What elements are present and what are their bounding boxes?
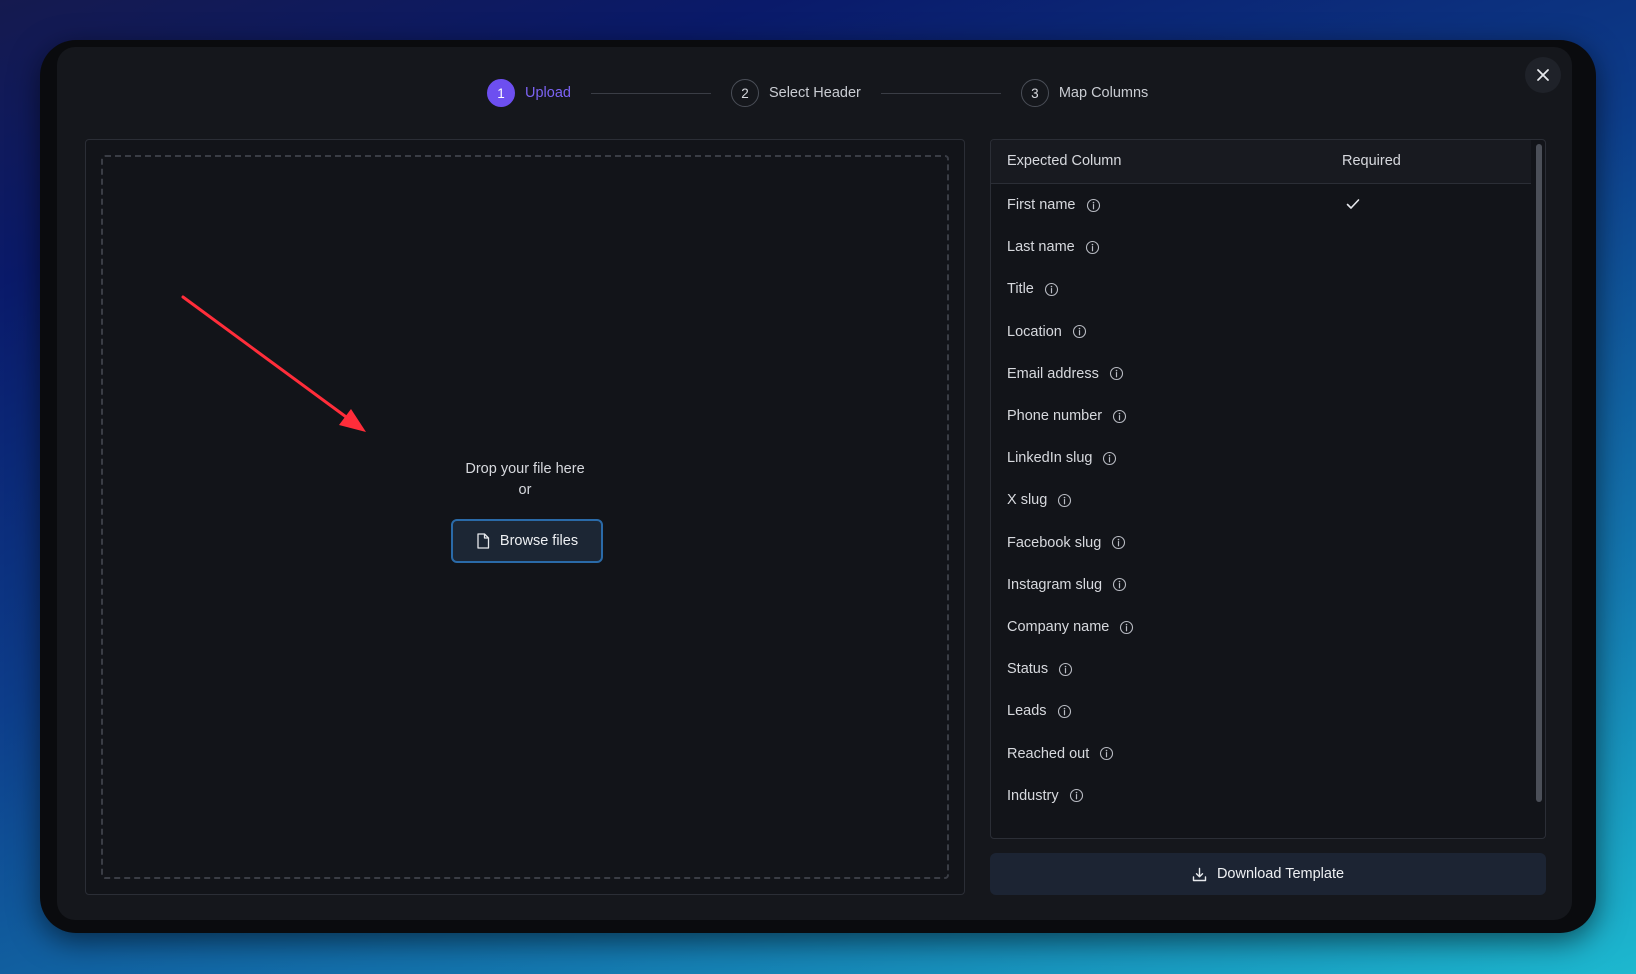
browse-files-button[interactable]: Browse files	[451, 519, 603, 563]
column-name-cell: Status	[1007, 661, 1073, 677]
table-row: X slug	[991, 479, 1531, 523]
info-icon[interactable]	[1044, 282, 1059, 297]
file-drop-zone[interactable]: Drop your file here or Browse files	[101, 155, 949, 879]
table-row: LinkedIn slug	[991, 437, 1531, 481]
column-name: Reached out	[1007, 745, 1090, 762]
column-name-cell: X slug	[1007, 492, 1072, 508]
close-icon	[1537, 69, 1549, 81]
info-icon[interactable]	[1058, 662, 1073, 677]
step-connector	[590, 92, 711, 94]
column-name-cell: Location	[1007, 324, 1087, 340]
column-name: Status	[1007, 661, 1049, 678]
column-name-cell: Reached out	[1007, 746, 1114, 762]
column-name: Instagram slug	[1007, 576, 1103, 593]
column-name: First name	[1007, 197, 1076, 213]
table-row: Title	[991, 268, 1531, 312]
column-name: Phone number	[1007, 408, 1103, 424]
table-row: Phone number	[991, 395, 1531, 439]
scrollbar-thumb[interactable]	[1536, 144, 1542, 802]
drop-instruction: Drop your file here	[465, 461, 585, 477]
step-label: Upload	[525, 85, 571, 101]
column-name: Facebook slug	[1007, 534, 1102, 551]
table-row: Reached out	[991, 733, 1531, 777]
upload-panel: Drop your file here or Browse files	[85, 139, 965, 895]
table-row: First name	[991, 184, 1531, 228]
expected-columns-table: Expected Column Required First name Last …	[990, 139, 1546, 839]
download-icon	[1192, 867, 1207, 881]
annotation-arrow-icon	[181, 295, 366, 432]
table-row: Instagram slug	[991, 564, 1531, 608]
column-name-cell: Title	[1007, 281, 1059, 297]
info-icon[interactable]	[1072, 324, 1087, 339]
table-row: Leads	[991, 690, 1531, 734]
column-name: Last name	[1007, 239, 1075, 256]
info-icon[interactable]	[1099, 746, 1114, 761]
table-row: Industry	[991, 775, 1531, 819]
info-icon[interactable]	[1109, 366, 1124, 381]
stepper: 1 Upload 2 Select Header 3 Map Columns	[487, 77, 1148, 109]
close-button[interactable]	[1525, 57, 1561, 93]
column-name-cell: First name	[1007, 197, 1101, 213]
column-name: Leads	[1007, 703, 1047, 720]
step-upload[interactable]: 1 Upload	[487, 79, 571, 107]
column-name: Location	[1007, 323, 1062, 340]
table-row: Company name	[991, 606, 1531, 650]
step-number: 1	[487, 79, 515, 107]
info-icon[interactable]	[1085, 240, 1100, 255]
step-select-header[interactable]: 2 Select Header	[730, 79, 861, 107]
info-icon[interactable]	[1069, 788, 1084, 803]
info-icon[interactable]	[1111, 535, 1126, 550]
column-name-cell: Last name	[1007, 239, 1100, 255]
info-icon[interactable]	[1112, 577, 1127, 592]
or-text: or	[518, 482, 532, 498]
import-modal: 1 Upload 2 Select Header 3 Map Columns D…	[57, 47, 1572, 920]
column-name-cell: Leads	[1007, 703, 1072, 719]
table-header: Expected Column Required	[991, 140, 1531, 184]
column-name: Title	[1007, 281, 1034, 298]
table-row: Facebook slug	[991, 522, 1531, 566]
column-name-cell: Industry	[1007, 788, 1084, 804]
column-name: Company name	[1007, 619, 1110, 635]
table-row: Email address	[991, 353, 1531, 397]
expected-column-header: Expected Column	[1007, 153, 1122, 169]
info-icon[interactable]	[1086, 198, 1101, 213]
info-icon[interactable]	[1112, 409, 1127, 424]
column-name-cell: Facebook slug	[1007, 535, 1126, 551]
column-name-cell: Company name	[1007, 619, 1134, 635]
info-icon[interactable]	[1057, 493, 1072, 508]
column-name-cell: Email address	[1007, 366, 1124, 382]
column-name-cell: Phone number	[1007, 408, 1127, 424]
column-name-cell: LinkedIn slug	[1007, 450, 1117, 466]
step-label: Map Columns	[1058, 85, 1149, 101]
table-row: Last name	[991, 226, 1531, 270]
step-connector	[880, 92, 1001, 94]
step-label: Select Header	[768, 85, 861, 101]
step-number: 3	[1020, 79, 1049, 107]
file-icon	[477, 533, 490, 549]
scrollbar[interactable]	[1533, 140, 1545, 838]
required-header: Required	[1342, 153, 1401, 169]
info-icon[interactable]	[1119, 620, 1134, 635]
checkmark-icon	[1345, 196, 1361, 216]
info-icon[interactable]	[1102, 451, 1117, 466]
info-icon[interactable]	[1057, 704, 1072, 719]
step-number: 2	[730, 79, 759, 107]
browse-files-label: Browse files	[499, 533, 579, 549]
table-row: Status	[991, 648, 1531, 692]
column-name: Email address	[1007, 365, 1099, 382]
table-row: Location	[991, 311, 1531, 355]
column-name-cell: Instagram slug	[1007, 577, 1127, 593]
column-name: Industry	[1007, 787, 1059, 804]
step-map-columns[interactable]: 3 Map Columns	[1020, 79, 1149, 107]
column-name: LinkedIn slug	[1007, 450, 1093, 467]
download-template-button[interactable]: Download Template	[990, 853, 1546, 895]
column-name: X slug	[1007, 492, 1048, 509]
download-template-label: Download Template	[1216, 866, 1345, 882]
